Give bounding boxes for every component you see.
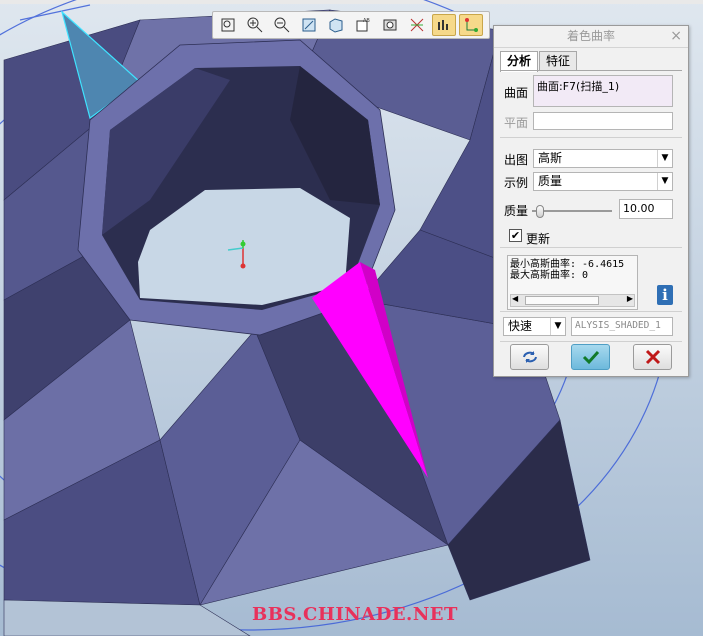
zoom-out-icon[interactable]: [270, 14, 294, 36]
plane-label: 平面: [504, 116, 529, 130]
surface-collector[interactable]: 曲面:F7(扫描_1): [533, 75, 673, 107]
tab-analysis[interactable]: 分析: [500, 51, 539, 72]
watermark: BBS.CHINADE.NET: [252, 604, 458, 625]
view-toolbar: AB: [212, 11, 490, 39]
separator: [500, 311, 682, 312]
view-manager-icon[interactable]: AB: [351, 14, 375, 36]
scroll-right-icon[interactable]: ▶: [627, 294, 633, 303]
svg-text:AB: AB: [363, 18, 370, 24]
refresh-icon: [522, 351, 537, 363]
analysis-name-field[interactable]: ALYSIS_SHADED_1: [571, 317, 673, 336]
dialog-title: 着色曲率 ×: [494, 26, 688, 48]
chevron-down-icon: ▼: [657, 173, 672, 190]
datum-display-icon[interactable]: [405, 14, 429, 36]
separator: [500, 247, 682, 248]
shading-icon[interactable]: [324, 14, 348, 36]
example-label: 示例: [504, 176, 529, 190]
plot-type-select[interactable]: 高斯 ▼: [533, 149, 673, 168]
dialog-title-text: 着色曲率: [566, 29, 615, 43]
ok-button[interactable]: [571, 344, 610, 370]
repaint-icon[interactable]: [297, 14, 321, 36]
zoom-in-icon[interactable]: [243, 14, 267, 36]
max-gauss-text: 最大高斯曲率: 0: [510, 270, 589, 281]
cancel-button[interactable]: [633, 344, 672, 370]
scroll-thumb[interactable]: [525, 296, 599, 305]
example-select[interactable]: 质量 ▼: [533, 172, 673, 191]
saved-view-icon[interactable]: [378, 14, 402, 36]
separator: [500, 341, 682, 342]
curvature-result-box: 最小高斯曲率: -6.4615 最大高斯曲率: 0 ◀ ▶: [507, 255, 638, 310]
analysis-display-icon[interactable]: [432, 14, 456, 36]
horizontal-scrollbar[interactable]: ◀ ▶: [510, 294, 635, 307]
chevron-down-icon: ▼: [657, 150, 672, 167]
update-checkbox[interactable]: ✔: [509, 229, 522, 242]
info-icon[interactable]: i: [657, 285, 673, 305]
slider-thumb[interactable]: [535, 205, 544, 218]
surface-label: 曲面: [504, 86, 529, 100]
close-icon: [645, 349, 660, 365]
checkmark-icon: [582, 350, 599, 365]
plane-collector[interactable]: [533, 112, 673, 130]
quality-input[interactable]: 10.00: [619, 199, 673, 219]
min-gauss-text: 最小高斯曲率: -6.4615: [510, 259, 625, 270]
speed-value: 快速: [508, 319, 533, 333]
chevron-down-icon: ▼: [550, 318, 565, 335]
plot-type-value: 高斯: [538, 151, 563, 165]
zoom-fit-icon[interactable]: [216, 14, 240, 36]
quality-slider[interactable]: [532, 205, 612, 218]
speed-select[interactable]: 快速 ▼: [503, 317, 566, 336]
update-label: 更新: [526, 232, 551, 246]
analysis-panel: 曲面 曲面:F7(扫描_1) 平面 出图 高斯 ▼ 示例 质量 ▼ 质量 10.…: [500, 70, 682, 371]
close-icon[interactable]: ×: [670, 26, 682, 47]
spin-center-icon[interactable]: [459, 14, 483, 36]
example-value: 质量: [538, 174, 563, 188]
quality-label: 质量: [504, 204, 529, 218]
plot-label: 出图: [504, 153, 529, 167]
scroll-left-icon[interactable]: ◀: [512, 294, 518, 303]
refresh-button[interactable]: [510, 344, 549, 370]
shaded-curvature-dialog: 着色曲率 × 分析 特征 曲面 曲面:F7(扫描_1) 平面 出图 高斯 ▼ 示…: [493, 25, 689, 377]
tab-feature[interactable]: 特征: [539, 51, 578, 71]
tab-bar: 分析 特征: [500, 51, 578, 72]
separator: [500, 137, 682, 138]
